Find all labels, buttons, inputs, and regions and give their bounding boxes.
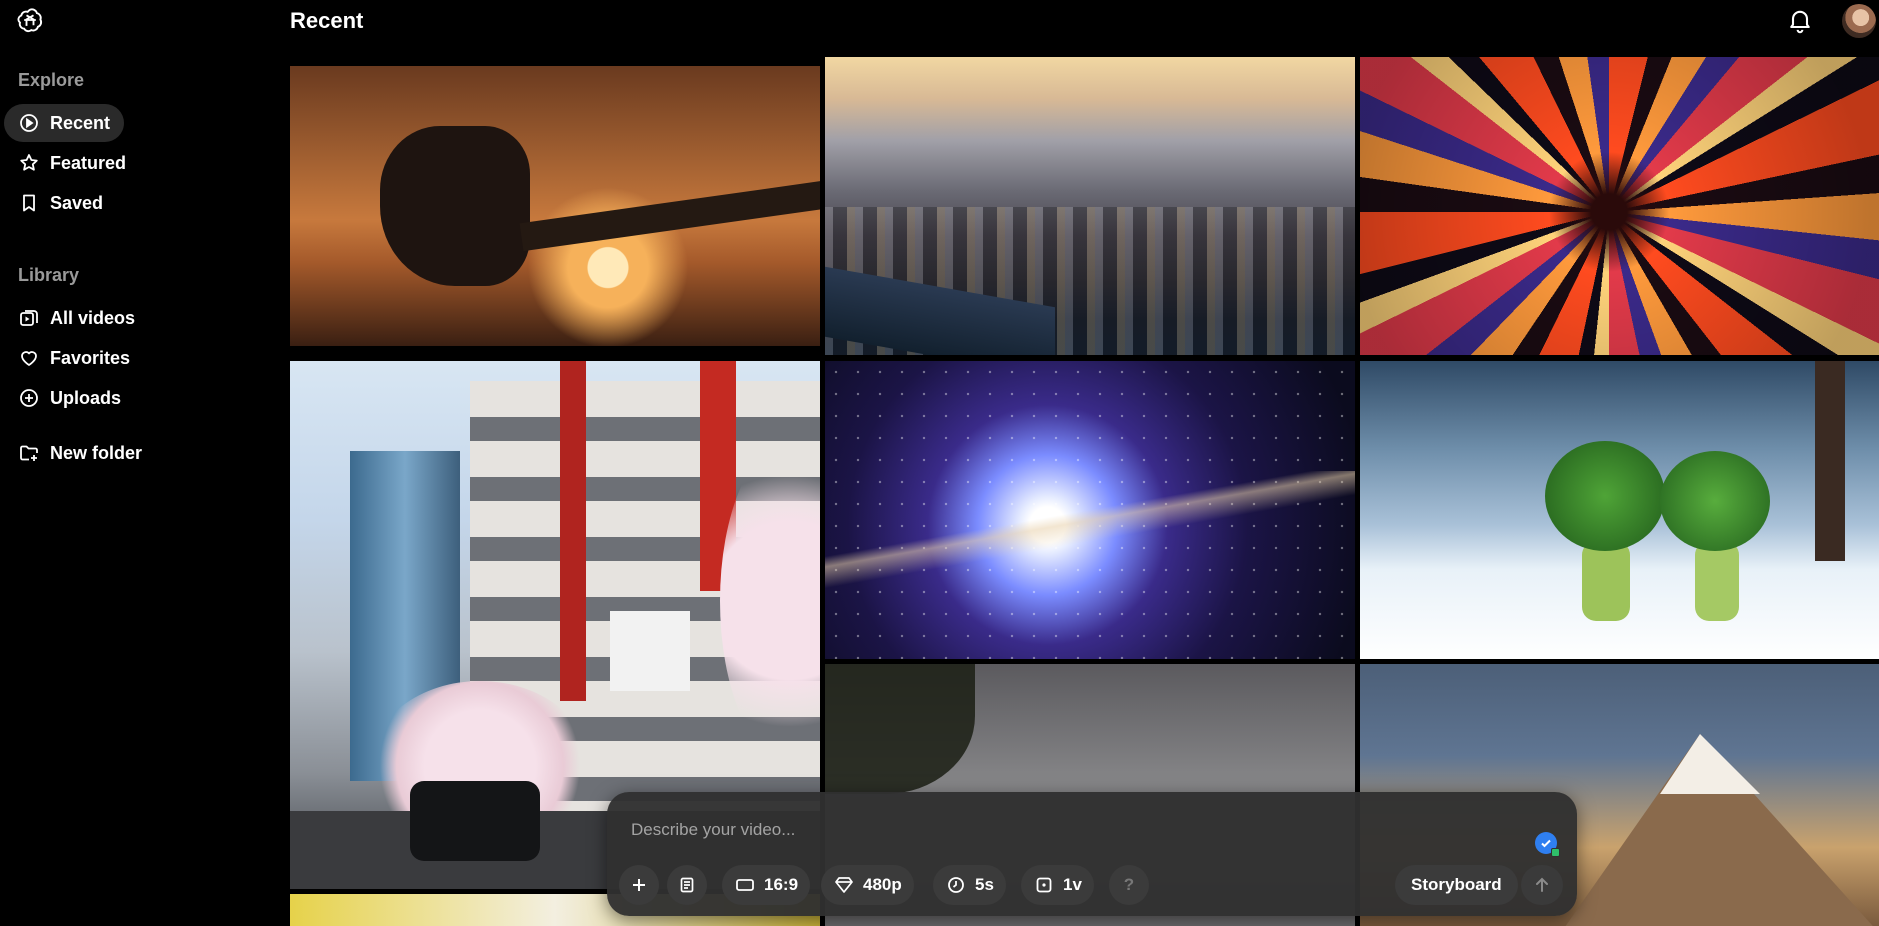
duration-button[interactable]: 5s [933,865,1006,905]
sidebar-item-label: Saved [50,192,104,213]
notifications-bell-icon[interactable] [1786,6,1814,34]
variations-button[interactable]: 1v [1021,865,1094,905]
add-media-button[interactable] [619,865,659,905]
variations-value: 1v [1063,875,1082,894]
aspect-ratio-icon [734,874,756,896]
heart-icon [18,347,40,369]
duration-value: 5s [975,875,994,894]
bookmark-icon [18,192,40,214]
status-dot [1551,848,1560,857]
video-tile-city-river[interactable] [825,57,1355,355]
aspect-ratio-value: 16:9 [764,875,799,894]
page-title: Recent [290,8,364,33]
sidebar-item-label: Favorites [50,347,131,368]
help-label: ? [1123,875,1135,894]
video-tile-cosmic-angels[interactable] [825,361,1355,659]
variations-icon [1033,874,1055,896]
plus-icon [628,874,650,896]
diamond-icon [833,874,855,896]
storyboard-button[interactable]: Storyboard [1395,865,1518,905]
tile-shape [1660,451,1770,551]
star-icon [18,152,40,174]
explore-section-title: Explore [18,70,85,90]
tile-shape [410,781,540,861]
tile-shape [1695,541,1739,621]
library-section-title: Library [18,265,80,285]
sidebar-item-label: All videos [50,307,136,328]
storyboard-label: Storyboard [1411,875,1502,894]
video-tile-color-swirl[interactable] [1360,57,1879,355]
video-tile-sunset-blade[interactable] [290,66,820,346]
openai-logo-icon[interactable] [16,6,44,34]
sidebar-item-label: Uploads [50,387,122,408]
sidebar-item-all-videos[interactable]: All videos [4,299,149,337]
tile-shape [1582,541,1630,621]
sidebar-item-favorites[interactable]: Favorites [4,339,144,377]
aspect-ratio-button[interactable]: 16:9 [722,865,811,905]
play-circle-icon [18,112,40,134]
tile-shape [1545,441,1665,551]
document-icon [676,874,698,896]
sidebar-item-label: Featured [50,152,127,173]
tile-shape [1815,361,1845,561]
prompt-composer: 16:9 480p 5s 1v ? Storyboard [607,792,1577,916]
folder-plus-icon [18,442,40,464]
verified-check-icon[interactable] [1535,832,1560,857]
plus-circle-icon [18,387,40,409]
submit-button[interactable] [1521,865,1563,905]
clock-icon [945,874,967,896]
prompt-input[interactable] [631,820,1511,840]
new-folder-button[interactable]: New folder [4,434,156,472]
avatar[interactable] [1842,4,1876,38]
videos-icon [18,307,40,329]
sidebar-item-saved[interactable]: Saved [4,184,117,222]
tile-shape [610,611,690,691]
new-folder-label: New folder [50,442,143,463]
sidebar-item-uploads[interactable]: Uploads [4,379,135,417]
sidebar-item-label: Recent [50,112,111,133]
video-tile-broccoli-snow[interactable] [1360,361,1879,659]
presets-button[interactable] [667,865,707,905]
sidebar-item-featured[interactable]: Featured [4,144,140,182]
resolution-value: 480p [863,875,902,894]
help-button[interactable]: ? [1109,865,1149,905]
resolution-button[interactable]: 480p [821,865,914,905]
tile-shape [560,361,586,701]
arrow-up-icon [1531,874,1553,896]
sidebar: Explore Recent Featured Saved Library Al… [0,0,290,926]
sidebar-item-recent[interactable]: Recent [4,104,125,142]
